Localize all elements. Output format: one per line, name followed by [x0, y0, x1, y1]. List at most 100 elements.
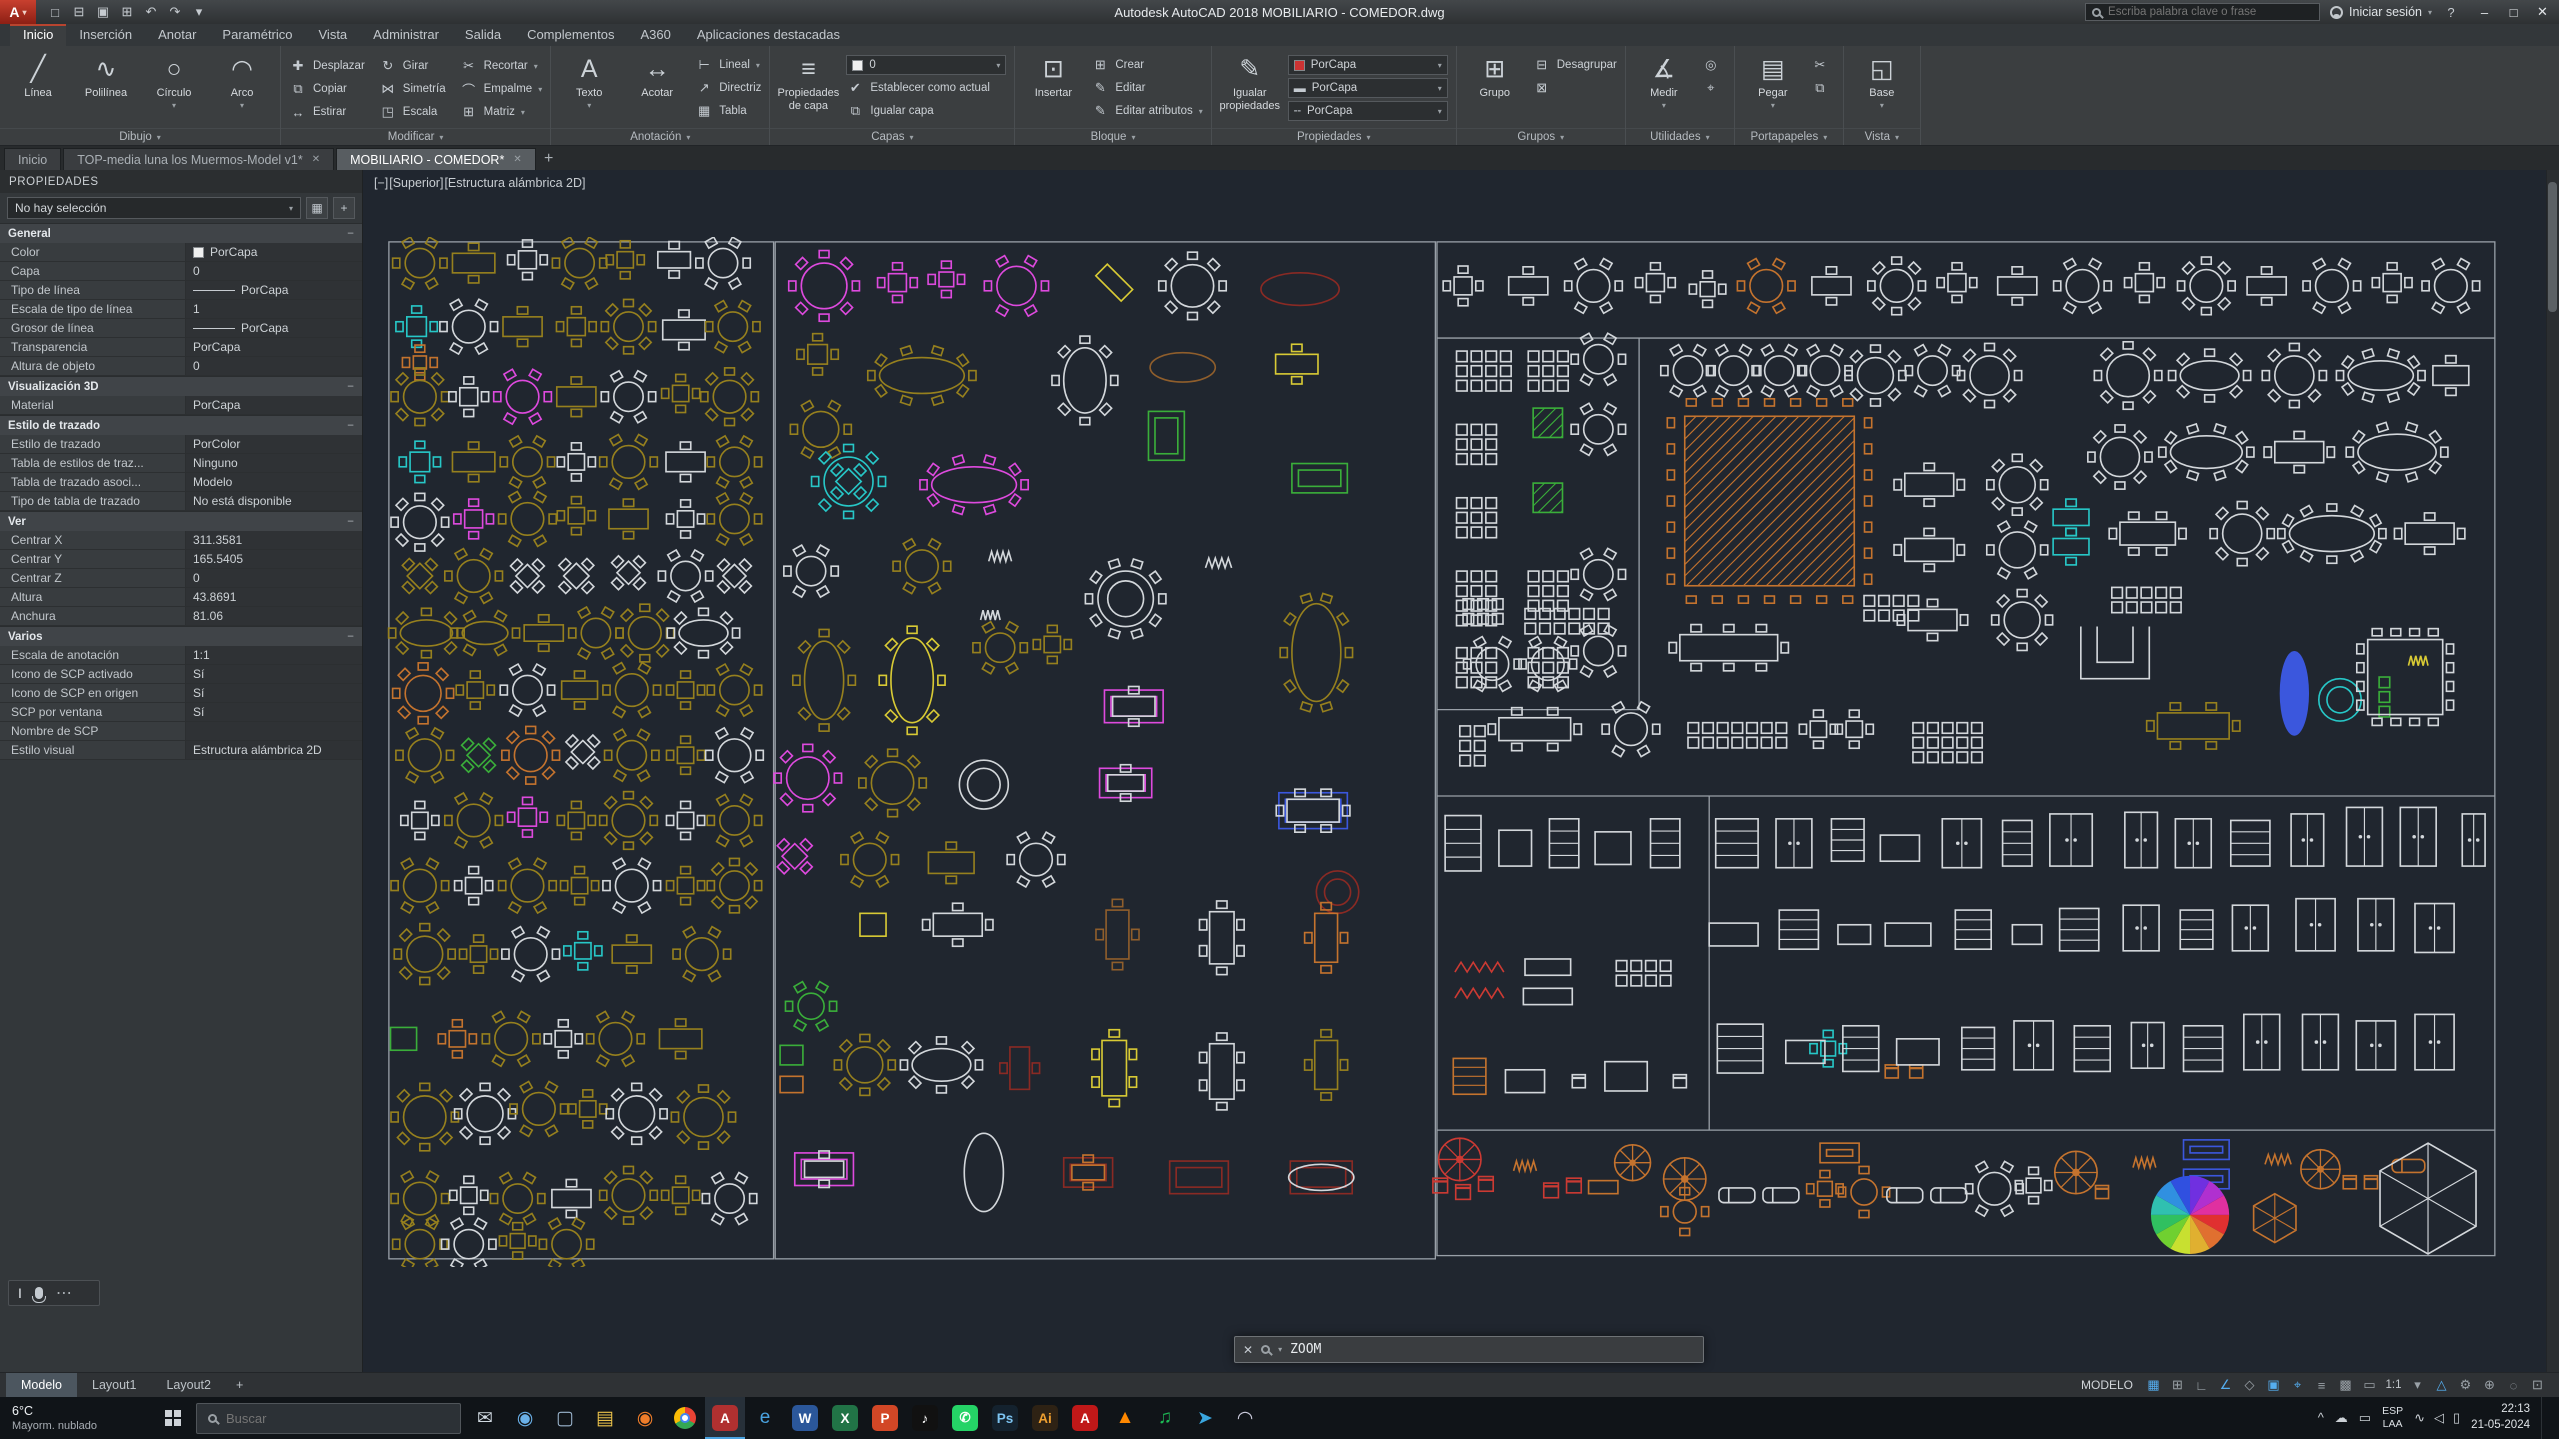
panel-label-dibujo[interactable]: Dibujo▾	[0, 128, 280, 145]
furniture-block[interactable]	[1509, 267, 1548, 305]
furniture-block[interactable]	[2336, 349, 2425, 402]
furniture-block[interactable]	[1170, 1161, 1229, 1194]
furniture-block[interactable]	[600, 434, 658, 489]
furniture-block[interactable]	[2131, 1023, 2164, 1069]
furniture-block[interactable]	[1565, 258, 1623, 313]
furniture-block[interactable]	[500, 664, 554, 716]
furniture-block[interactable]	[2125, 263, 2165, 303]
group-button[interactable]: ⊞Grupo	[1465, 50, 1525, 128]
furniture-block[interactable]	[706, 301, 760, 353]
furniture-block[interactable]	[859, 749, 926, 816]
furniture-block[interactable]	[1880, 835, 1919, 861]
furniture-block[interactable]	[662, 374, 700, 412]
furniture-block[interactable]	[1033, 625, 1071, 663]
furniture-block[interactable]	[841, 832, 899, 887]
furniture-block[interactable]	[1549, 819, 1578, 868]
prop-value[interactable]: Estructura alámbrica 2D	[186, 741, 362, 759]
prop-value[interactable]: PorCapa	[186, 243, 362, 261]
furniture-block[interactable]	[609, 499, 648, 539]
ribbon-tab-a360[interactable]: A360	[628, 24, 684, 46]
furniture-block[interactable]	[2372, 263, 2412, 303]
furniture-block[interactable]	[389, 608, 465, 658]
model-space-drawing[interactable]	[384, 237, 2503, 1267]
furniture-block[interactable]	[671, 1085, 735, 1149]
furniture-block[interactable]	[1479, 1177, 1494, 1192]
taskbar-app-word[interactable]: W	[785, 1397, 825, 1439]
furniture-block[interactable]	[2125, 812, 2158, 867]
table-button[interactable]: ▦Tabla	[695, 101, 761, 121]
furniture-block[interactable]	[2247, 267, 2286, 305]
furniture-block[interactable]	[1845, 345, 1906, 406]
prop-value[interactable]: Ninguno	[186, 454, 362, 472]
furniture-block[interactable]	[500, 436, 554, 488]
furniture-block[interactable]	[920, 455, 1028, 514]
furniture-block[interactable]	[499, 858, 557, 913]
more-options-icon[interactable]: ⋯	[56, 1283, 73, 1303]
furniture-block[interactable]	[2151, 1176, 2229, 1254]
furniture-block[interactable]	[1280, 593, 1352, 711]
panel-label-modificar[interactable]: Modificar▾	[281, 128, 550, 145]
furniture-block[interactable]	[1673, 1075, 1686, 1088]
drawing-canvas[interactable]: [−][Superior][Estructura alámbrica 2D] ✕…	[363, 170, 2559, 1372]
furniture-block[interactable]	[601, 371, 655, 423]
furniture-block[interactable]	[603, 663, 661, 718]
qat-icon-6[interactable]: ▾	[188, 1, 210, 23]
furniture-block[interactable]	[1108, 581, 1144, 617]
furniture-block[interactable]	[707, 664, 761, 716]
furniture-block[interactable]	[1007, 832, 1065, 887]
panel-label-vista[interactable]: Vista▾	[1844, 128, 1920, 145]
furniture-block[interactable]	[2232, 905, 2268, 951]
furniture-block[interactable]	[805, 1151, 844, 1188]
taskbar-app-explorer[interactable]: ▤	[585, 1397, 625, 1439]
taskbar-app-excel[interactable]: X	[825, 1397, 865, 1439]
furniture-block[interactable]	[789, 251, 860, 322]
furniture-block[interactable]	[1276, 789, 1350, 832]
furniture-block[interactable]	[820, 453, 876, 509]
furniture-block[interactable]	[793, 629, 856, 731]
furniture-block[interactable]	[673, 927, 731, 982]
furniture-block[interactable]	[2433, 356, 2469, 396]
furniture-block[interactable]	[2301, 1150, 2340, 1189]
furniture-block[interactable]	[1464, 637, 1522, 692]
furniture-block[interactable]	[1571, 333, 1625, 385]
furniture-block[interactable]	[451, 611, 520, 656]
furniture-block[interactable]	[2050, 814, 2092, 866]
taskbar-app-media[interactable]: ◠	[1225, 1397, 1265, 1439]
edit-block-button[interactable]: ✎Editar	[1091, 78, 1202, 98]
furniture-block[interactable]	[499, 1223, 536, 1260]
furniture-block[interactable]	[2347, 807, 2383, 866]
trim-button[interactable]: ✂Recortar▾	[460, 56, 543, 76]
furniture-block[interactable]	[1820, 1143, 1859, 1163]
help-search-input[interactable]	[2108, 6, 2313, 18]
furniture-block[interactable]	[784, 545, 838, 597]
taskbar-app-telegram[interactable]: ➤	[1185, 1397, 1225, 1439]
prop-value[interactable]: 0	[186, 569, 362, 587]
furniture-block[interactable]	[1887, 1188, 1923, 1203]
furniture-block[interactable]	[2280, 651, 2309, 736]
furniture-block[interactable]	[2327, 687, 2353, 713]
furniture-block[interactable]	[557, 443, 595, 481]
furniture-block[interactable]	[780, 1076, 803, 1092]
furniture-block[interactable]	[780, 1045, 803, 1065]
workspace-icon[interactable]: ⚙	[2454, 1375, 2477, 1396]
furniture-block[interactable]	[606, 1083, 667, 1144]
taskbar-app-display[interactable]: ▢	[545, 1397, 585, 1439]
furniture-block[interactable]	[696, 237, 750, 289]
furniture-block[interactable]	[1108, 765, 1144, 802]
prop-value[interactable]: 0	[186, 357, 362, 375]
qat-icon-2[interactable]: ▣	[92, 1, 114, 23]
furniture-block[interactable]	[785, 982, 836, 1031]
furniture-block[interactable]	[1737, 258, 1795, 313]
battery-icon[interactable]: ▯	[2453, 1410, 2460, 1426]
furniture-block[interactable]	[440, 299, 498, 354]
isodraft-icon[interactable]: ◇	[2238, 1375, 2261, 1396]
prop-value[interactable]: 43.8691	[186, 588, 362, 606]
furniture-block[interactable]	[1931, 1188, 1967, 1203]
taskbar-app-illustrator[interactable]: Ai	[1025, 1397, 1065, 1439]
furniture-block[interactable]	[2346, 422, 2448, 481]
qat-icon-5[interactable]: ↷	[164, 1, 186, 23]
signin-button[interactable]: Iniciar sesión ▾	[2330, 5, 2432, 19]
mirror-button[interactable]: ⋈Simetría	[379, 79, 446, 99]
furniture-block[interactable]	[1199, 901, 1244, 975]
furniture-block[interactable]	[2415, 1014, 2454, 1069]
